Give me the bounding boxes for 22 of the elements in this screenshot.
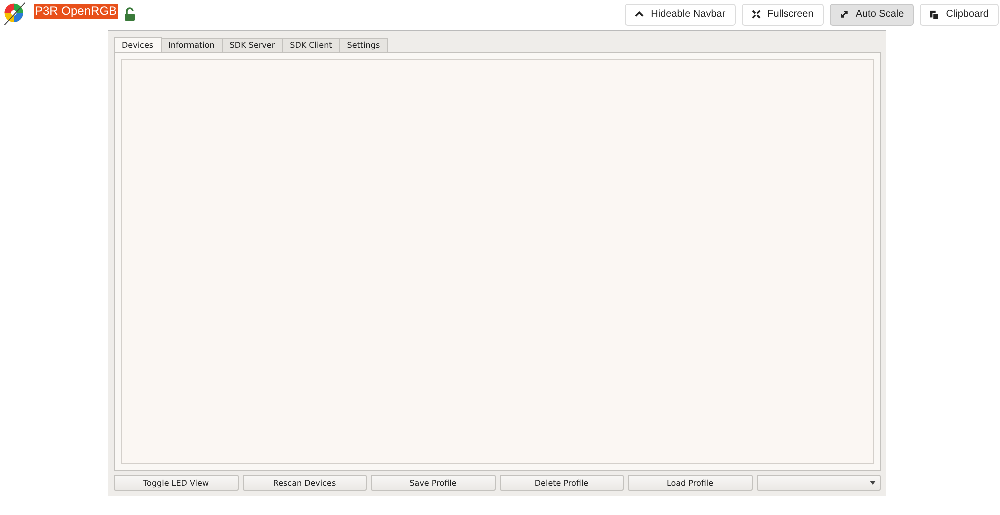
action-button[interactable]: Load Profile: [628, 475, 752, 491]
app-title: P3R OpenRGB: [34, 4, 118, 18]
action-button[interactable]: Save Profile: [371, 475, 496, 491]
action-button[interactable]: Delete Profile: [500, 475, 624, 491]
tab[interactable]: Settings: [339, 38, 388, 52]
navbar-button[interactable]: Hideable Navbar: [625, 4, 736, 26]
unlocked-lock-icon[interactable]: [124, 7, 136, 21]
tab[interactable]: Information: [160, 38, 223, 52]
clipboard-icon: [930, 10, 940, 20]
logo-icon: [2, 2, 28, 28]
tab[interactable]: SDK Server: [222, 38, 284, 52]
dropdown-arrow-icon: [870, 481, 876, 485]
navbar-button[interactable]: Fullscreen: [742, 4, 824, 26]
diagonal-arrows-icon: [840, 10, 849, 19]
tab[interactable]: SDK Client: [282, 38, 340, 52]
navbar-button[interactable]: Clipboard: [920, 4, 999, 26]
navbar-button[interactable]: Auto Scale: [830, 4, 914, 26]
action-button[interactable]: Toggle LED View: [114, 475, 238, 491]
caret-up-icon: [635, 10, 644, 19]
action-button[interactable]: Rescan Devices: [242, 475, 367, 491]
fullscreen-icon: [752, 10, 761, 19]
tab[interactable]: Devices: [114, 37, 162, 52]
